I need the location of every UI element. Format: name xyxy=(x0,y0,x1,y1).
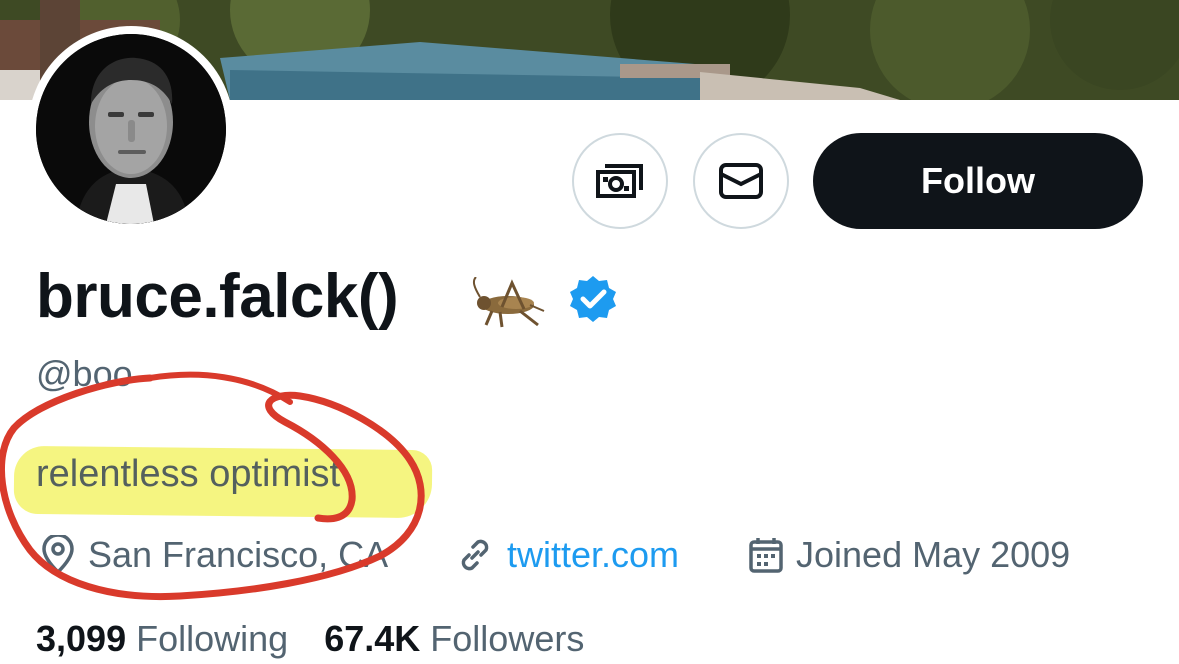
link-icon xyxy=(461,539,489,571)
following-label: Following xyxy=(136,618,289,659)
tip-money-icon xyxy=(596,164,643,198)
follow-button[interactable]: Follow xyxy=(813,133,1143,229)
tip-button[interactable] xyxy=(572,133,668,229)
cricket-icon xyxy=(472,276,546,334)
following-count: 3,099 xyxy=(36,618,127,659)
verified-badge-icon[interactable] xyxy=(568,274,618,329)
handle: @boo xyxy=(36,353,133,394)
location: San Francisco, CA xyxy=(40,530,388,580)
joined-text: Joined May 2009 xyxy=(796,534,1071,575)
message-button[interactable] xyxy=(693,133,789,229)
display-name: bruce.falck() xyxy=(36,262,399,331)
following-stat[interactable]: 3,099 Following xyxy=(36,618,288,659)
followers-count: 67.4K xyxy=(324,618,421,659)
envelope-icon xyxy=(719,163,763,199)
location-pin-icon xyxy=(42,535,74,575)
joined-date: Joined May 2009 xyxy=(748,530,1070,580)
website-link[interactable]: twitter.com xyxy=(507,534,679,576)
follow-button-label: Follow xyxy=(921,160,1035,201)
avatar-image xyxy=(36,34,226,224)
website[interactable]: twitter.com xyxy=(455,530,679,580)
bio: relentless optimist xyxy=(36,453,341,495)
location-text: San Francisco, CA xyxy=(88,534,389,575)
calendar-icon xyxy=(749,538,783,573)
follow-stats: 3,099 Following 67.4K Followers xyxy=(36,614,610,664)
avatar[interactable] xyxy=(28,26,234,232)
followers-label: Followers xyxy=(430,618,585,659)
followers-stat[interactable]: 67.4K Followers xyxy=(324,618,584,659)
